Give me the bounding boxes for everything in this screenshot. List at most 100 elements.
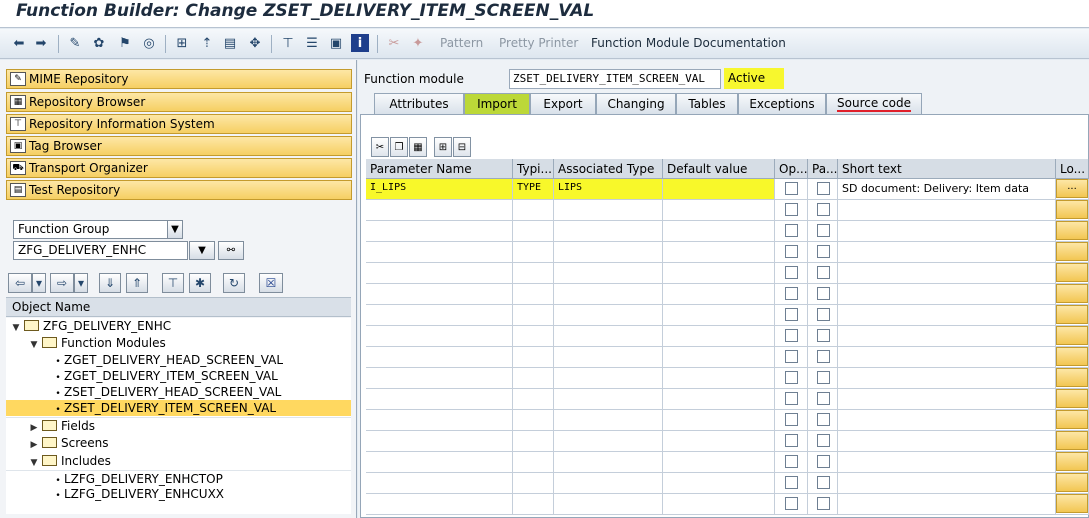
grid-cell[interactable] <box>554 473 663 494</box>
grid-cell[interactable] <box>838 452 1056 473</box>
grid-cell[interactable] <box>838 494 1056 515</box>
grid-cell[interactable] <box>1056 368 1089 389</box>
object-name-input[interactable]: ZFG_DELIVERY_ENHC <box>13 241 188 260</box>
check-icon[interactable]: ✿ <box>90 34 108 52</box>
grid-cell[interactable] <box>838 242 1056 263</box>
pass-value-checkbox[interactable] <box>817 413 830 426</box>
long-text-button[interactable] <box>1056 305 1088 324</box>
grid-cell[interactable] <box>838 200 1056 221</box>
collapse-arrow-icon[interactable]: ▼ <box>10 320 22 336</box>
long-text-button[interactable] <box>1056 284 1088 303</box>
grid-cell[interactable] <box>663 179 775 200</box>
grid-cell[interactable] <box>513 200 554 221</box>
optional-checkbox[interactable] <box>785 287 798 300</box>
grid-cell[interactable] <box>838 473 1056 494</box>
grid-cell[interactable] <box>513 305 554 326</box>
grid-cell[interactable] <box>554 305 663 326</box>
grid-cell[interactable] <box>775 494 808 515</box>
grid-cell[interactable] <box>808 179 838 200</box>
grid-cell[interactable] <box>1056 347 1089 368</box>
optional-checkbox[interactable] <box>785 371 798 384</box>
long-text-button[interactable] <box>1056 368 1088 387</box>
grid-cell[interactable] <box>366 326 513 347</box>
nav-repository-browser[interactable]: ▦ Repository Browser <box>6 92 352 112</box>
col-short-text-header[interactable]: Short text <box>838 159 1056 179</box>
tree-node-function-module[interactable]: • ZGET_DELIVERY_HEAD_SCREEN_VAL <box>6 352 351 368</box>
grid-cell[interactable] <box>1056 326 1089 347</box>
tab-exceptions[interactable]: Exceptions <box>738 93 826 114</box>
grid-cell[interactable] <box>808 473 838 494</box>
grid-cell[interactable] <box>554 242 663 263</box>
tab-export[interactable]: Export <box>530 93 596 114</box>
grid-cell[interactable] <box>366 284 513 305</box>
grid-cell[interactable] <box>1056 494 1089 515</box>
stack-icon[interactable]: ☰ <box>303 34 321 52</box>
grid-cell[interactable] <box>663 284 775 305</box>
where-used-icon[interactable]: ⊞ <box>173 34 191 52</box>
grid-cell[interactable] <box>838 410 1056 431</box>
optional-checkbox[interactable] <box>785 497 798 510</box>
grid-cell[interactable] <box>808 452 838 473</box>
copy-icon[interactable]: ❐ <box>390 137 408 157</box>
grid-cell[interactable] <box>838 326 1056 347</box>
grid-cell[interactable] <box>663 263 775 284</box>
function-module-documentation-button[interactable]: Function Module Documentation <box>591 36 786 50</box>
pass-value-checkbox[interactable] <box>817 203 830 216</box>
pass-value-checkbox[interactable] <box>817 266 830 279</box>
grid-cell[interactable] <box>808 263 838 284</box>
grid-cell[interactable] <box>513 494 554 515</box>
grid-cell[interactable] <box>663 221 775 242</box>
grid-cell[interactable] <box>554 410 663 431</box>
grid-cell[interactable]: TYPE <box>513 179 554 200</box>
tree-node-function-group[interactable]: ▼ ZFG_DELIVERY_ENHC <box>6 318 351 334</box>
col-long-text-header[interactable]: Lo... <box>1056 159 1089 179</box>
expand-arrow-icon[interactable]: ▶ <box>28 420 40 436</box>
expand-arrow-icon[interactable]: ▶ <box>28 437 40 453</box>
grid-cell[interactable] <box>838 431 1056 452</box>
grid-cell[interactable] <box>366 368 513 389</box>
grid-cell[interactable] <box>554 389 663 410</box>
grid-cell[interactable]: LIPS <box>554 179 663 200</box>
pass-value-checkbox[interactable] <box>817 245 830 258</box>
optional-checkbox[interactable] <box>785 413 798 426</box>
grid-cell[interactable] <box>513 431 554 452</box>
optional-checkbox[interactable] <box>785 203 798 216</box>
grid-cell[interactable] <box>838 389 1056 410</box>
grid-cell[interactable] <box>663 431 775 452</box>
grid-cell[interactable] <box>554 221 663 242</box>
optional-checkbox[interactable] <box>785 266 798 279</box>
grid-cell[interactable] <box>366 263 513 284</box>
grid-cell[interactable] <box>838 305 1056 326</box>
grid-cell[interactable] <box>775 263 808 284</box>
tab-import[interactable]: Import <box>464 93 530 114</box>
grid-cell[interactable] <box>1056 242 1089 263</box>
pass-value-checkbox[interactable] <box>817 392 830 405</box>
grid-cell[interactable] <box>554 326 663 347</box>
function-module-name-field[interactable]: ZSET_DELIVERY_ITEM_SCREEN_VAL <box>509 69 721 89</box>
grid-cell[interactable] <box>513 326 554 347</box>
grid-cell[interactable] <box>554 200 663 221</box>
nav-repository-information-system[interactable]: ⊤ Repository Information System <box>6 114 352 134</box>
tab-source-code[interactable]: Source code <box>826 93 922 114</box>
activate-icon[interactable]: ⚑ <box>116 34 134 52</box>
pass-value-checkbox[interactable] <box>817 287 830 300</box>
grid-cell[interactable] <box>775 284 808 305</box>
col-default-value-header[interactable]: Default value <box>663 159 775 179</box>
col-optional-header[interactable]: Op... <box>775 159 808 179</box>
pass-value-checkbox[interactable] <box>817 476 830 489</box>
grid-cell[interactable] <box>838 263 1056 284</box>
chevron-down-icon[interactable]: ▼ <box>167 220 183 239</box>
col-associated-type-header[interactable]: Associated Type <box>554 159 663 179</box>
grid-cell[interactable] <box>366 242 513 263</box>
navigation-icon[interactable]: ✥ <box>246 34 264 52</box>
grid-cell[interactable] <box>808 284 838 305</box>
collapse-icon[interactable]: ⇑ <box>126 273 148 293</box>
settings-icon[interactable]: ✱ <box>189 273 211 293</box>
grid-cell[interactable] <box>366 200 513 221</box>
pass-value-checkbox[interactable] <box>817 371 830 384</box>
long-text-button[interactable]: ... <box>1056 179 1088 198</box>
insert-row-icon[interactable]: ⊞ <box>434 137 452 157</box>
collapse-arrow-icon[interactable]: ▼ <box>28 455 40 471</box>
tab-tables[interactable]: Tables <box>676 93 738 114</box>
grid-cell[interactable] <box>775 242 808 263</box>
